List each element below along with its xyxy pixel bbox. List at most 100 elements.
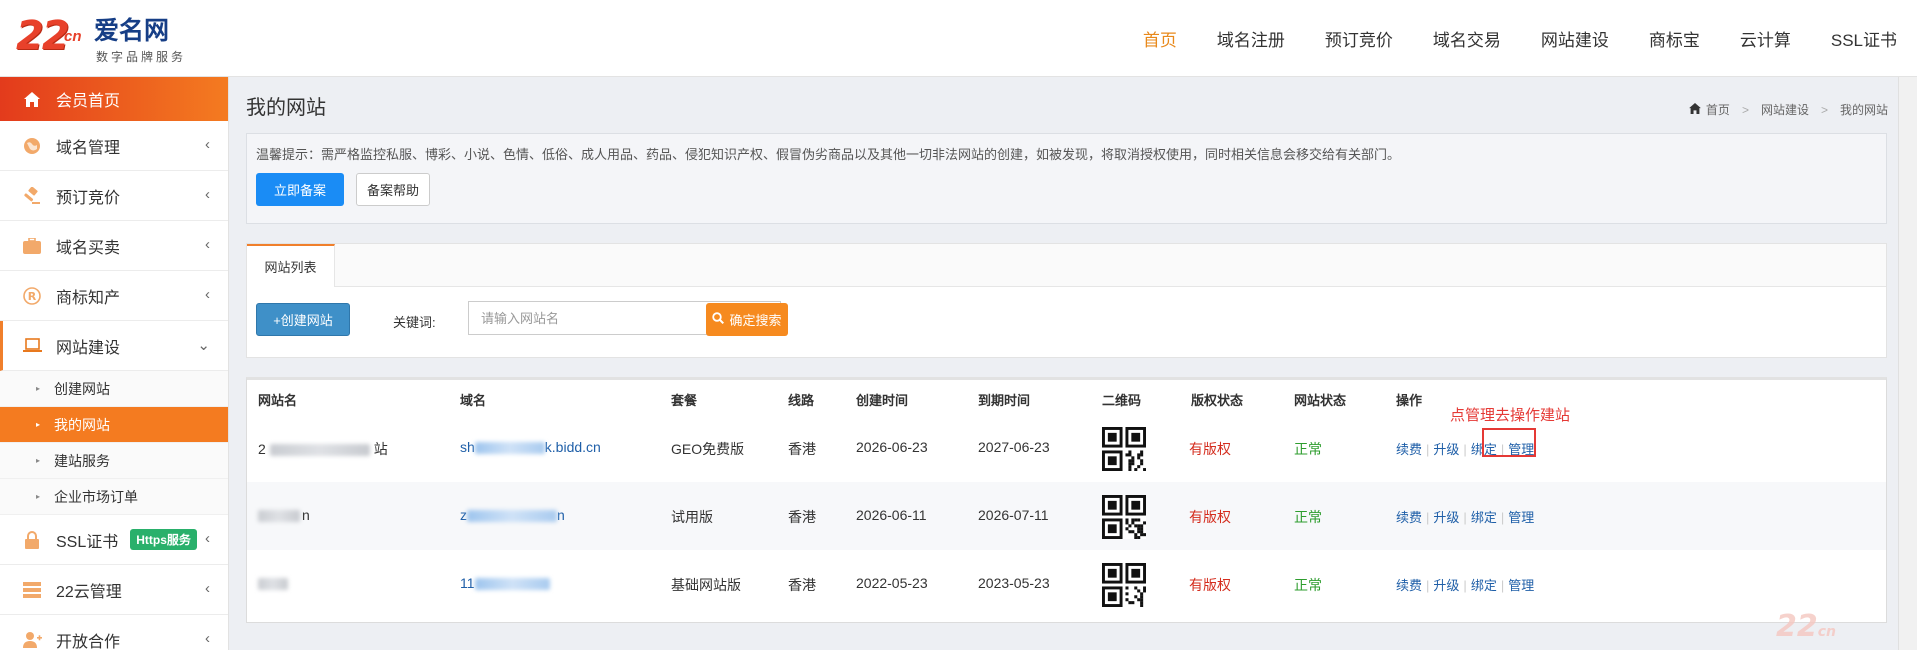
sidebar-item-label: SSL证书 bbox=[56, 533, 119, 551]
registered-icon: R bbox=[22, 286, 42, 306]
breadcrumb: 首页 > 网站建设 > 我的网站 bbox=[1689, 101, 1888, 118]
site-name-cell bbox=[258, 575, 288, 591]
server-icon bbox=[22, 580, 42, 600]
tab-bar: 网站列表 bbox=[247, 244, 1886, 287]
breadcrumb-current: 我的网站 bbox=[1839, 103, 1888, 117]
site-list-panel: 网站列表 +创建网站 关键词: 确定搜索 bbox=[246, 243, 1887, 358]
col-line: 线路 bbox=[788, 393, 815, 408]
record-help-button[interactable]: 备案帮助 bbox=[356, 173, 430, 206]
sidebar-item-cloud[interactable]: 22云管理 ‹ bbox=[0, 565, 228, 615]
sidebar-item-trademark[interactable]: R 商标知产 ‹ bbox=[0, 271, 228, 321]
gavel-icon bbox=[22, 186, 42, 206]
sidebar-item-label: 域名管理 bbox=[56, 139, 121, 157]
sidebar-subitem-create-site[interactable]: ▸ 创建网站 bbox=[0, 371, 228, 407]
manage-link[interactable]: 管理 bbox=[1508, 510, 1534, 525]
col-site-name: 网站名 bbox=[258, 393, 298, 408]
search-button[interactable]: 确定搜索 bbox=[706, 303, 788, 336]
sidebar-item-bidding[interactable]: 预订竞价 ‹ bbox=[0, 171, 228, 221]
upgrade-link[interactable]: 升级 bbox=[1433, 442, 1459, 457]
created-cell: 2022-05-23 bbox=[856, 575, 928, 591]
search-button-label: 确定搜索 bbox=[729, 313, 782, 328]
watermark-logo: 22cn bbox=[1775, 609, 1836, 644]
qrcode-image[interactable] bbox=[1102, 427, 1146, 471]
copyright-status: 有版权 bbox=[1189, 577, 1231, 593]
row-actions: 续费 | 升级 | 绑定 | 管理 bbox=[1396, 510, 1535, 525]
qrcode-image[interactable] bbox=[1102, 495, 1146, 539]
chevron-left-icon: ‹ bbox=[205, 136, 210, 153]
qrcode-image[interactable] bbox=[1102, 563, 1146, 607]
breadcrumb-website-build[interactable]: 网站建设 bbox=[1761, 101, 1809, 118]
sidebar-item-cooperation[interactable]: 开放合作 ‹ bbox=[0, 615, 228, 650]
domain-link[interactable]: zn bbox=[460, 507, 565, 523]
bind-link[interactable]: 绑定 bbox=[1471, 578, 1497, 593]
user-plus-icon bbox=[22, 630, 42, 650]
nav-ssl[interactable]: SSL证书 bbox=[1831, 26, 1897, 51]
sidebar-item-website-build[interactable]: 网站建设 ⌄ bbox=[0, 321, 228, 371]
page-title: 我的网站 bbox=[246, 97, 326, 119]
nav-domain-register[interactable]: 域名注册 bbox=[1217, 26, 1285, 51]
sidebar-item-member-home[interactable]: 会员首页 bbox=[0, 77, 228, 121]
breadcrumb-separator: > bbox=[1820, 102, 1828, 117]
https-badge: Https服务 bbox=[130, 529, 197, 550]
home-icon bbox=[22, 89, 42, 109]
domain-link[interactable]: sh k.bidd.cn bbox=[460, 439, 601, 455]
tab-site-list[interactable]: 网站列表 bbox=[247, 244, 335, 287]
annotation-text: 点管理去操作建站 bbox=[1450, 407, 1571, 424]
sidebar-item-domain-trade[interactable]: 域名买卖 ‹ bbox=[0, 221, 228, 271]
briefcase-icon bbox=[22, 236, 42, 256]
nav-home[interactable]: 首页 bbox=[1143, 26, 1177, 51]
lock-icon bbox=[22, 530, 42, 550]
sidebar-subitem-label: 企业市场订单 bbox=[54, 488, 139, 505]
nav-domain-trade[interactable]: 域名交易 bbox=[1433, 26, 1501, 51]
created-cell: 2026-06-23 bbox=[856, 439, 928, 455]
col-copyright: 版权状态 bbox=[1191, 393, 1244, 408]
upgrade-link[interactable]: 升级 bbox=[1433, 578, 1459, 593]
site-name-cell: 2站 bbox=[258, 441, 388, 457]
upgrade-link[interactable]: 升级 bbox=[1433, 510, 1459, 525]
site-logo[interactable]: 22 cn 爱名网 数字品牌服务 bbox=[16, 14, 191, 66]
expires-cell: 2027-06-23 bbox=[978, 439, 1050, 455]
sidebar-item-label: 域名买卖 bbox=[56, 239, 121, 257]
chevron-left-icon: ‹ bbox=[205, 580, 210, 597]
line-cell: 香港 bbox=[788, 441, 816, 457]
sidebar-item-label: 预订竞价 bbox=[56, 189, 121, 207]
domain-link[interactable]: 11 bbox=[460, 575, 550, 591]
created-cell: 2026-06-11 bbox=[856, 507, 927, 523]
caret-right-icon: ▸ bbox=[36, 492, 41, 501]
keyword-label: 关键词: bbox=[393, 315, 436, 330]
page-scrollbar[interactable] bbox=[1898, 77, 1917, 650]
sidebar-subitem-market-orders[interactable]: ▸ 企业市场订单 bbox=[0, 479, 228, 515]
search-icon bbox=[712, 312, 725, 327]
copyright-status: 有版权 bbox=[1189, 509, 1231, 525]
nav-trademark[interactable]: 商标宝 bbox=[1649, 26, 1700, 51]
chevron-left-icon: ‹ bbox=[205, 186, 210, 203]
renew-link[interactable]: 续费 bbox=[1396, 442, 1422, 457]
bind-link[interactable]: 绑定 bbox=[1471, 510, 1497, 525]
laptop-icon bbox=[22, 336, 42, 356]
nav-website-build[interactable]: 网站建设 bbox=[1541, 26, 1609, 51]
breadcrumb-home[interactable]: 首页 bbox=[1706, 101, 1730, 118]
sidebar-subitem-label: 创建网站 bbox=[54, 380, 111, 397]
sidebar-item-domain-manage[interactable]: 域名管理 ‹ bbox=[0, 121, 228, 171]
renew-link[interactable]: 续费 bbox=[1396, 578, 1422, 593]
nav-bidding[interactable]: 预订竞价 bbox=[1325, 26, 1393, 51]
manage-link[interactable]: 管理 bbox=[1508, 578, 1534, 593]
notice-box: 温馨提示：需严格监控私服、博彩、小说、色情、低俗、成人用品、药品、侵犯知识产权、… bbox=[246, 133, 1887, 224]
nav-cloud[interactable]: 云计算 bbox=[1740, 26, 1791, 51]
breadcrumb-separator: > bbox=[1741, 102, 1749, 117]
site-status: 正常 bbox=[1294, 509, 1322, 525]
renew-link[interactable]: 续费 bbox=[1396, 510, 1422, 525]
site-status: 正常 bbox=[1294, 577, 1322, 593]
plan-cell: GEO免费版 bbox=[671, 441, 745, 457]
expires-cell: 2026-07-11 bbox=[978, 507, 1049, 523]
col-status: 网站状态 bbox=[1294, 393, 1347, 408]
sidebar-item-label: 商标知产 bbox=[56, 289, 121, 307]
globe-icon bbox=[22, 136, 42, 156]
sidebar-subitem-my-sites[interactable]: ▸ 我的网站 bbox=[0, 407, 228, 443]
sidebar-item-ssl[interactable]: SSL证书 Https服务 ‹ bbox=[0, 515, 228, 565]
sidebar-subitem-build-service[interactable]: ▸ 建站服务 bbox=[0, 443, 228, 479]
record-now-button[interactable]: 立即备案 bbox=[256, 173, 344, 206]
line-cell: 香港 bbox=[788, 577, 816, 593]
col-actions: 操作 bbox=[1396, 393, 1423, 408]
create-site-button[interactable]: +创建网站 bbox=[256, 303, 350, 336]
